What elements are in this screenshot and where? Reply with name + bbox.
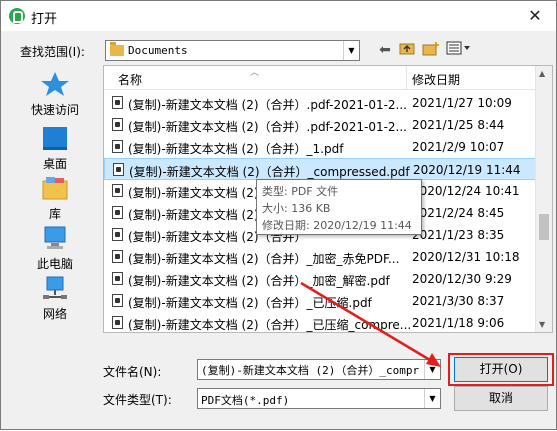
file-tooltip: 类型: PDF 文件 大小: 136 KB 修改日期: 2020/12/19 1… [256, 179, 422, 235]
place-label: 此电脑 [36, 257, 73, 271]
column-header-name[interactable]: 名称 [118, 71, 142, 88]
table-row[interactable]: (复制)-新建文本文档 (2)（合并）_加密_赤免PDF... 2020/12/3… [104, 246, 536, 268]
filetype-select[interactable]: PDF文档(*.pdf) ▼ [197, 388, 441, 409]
open-button-highlight [448, 353, 554, 386]
vertical-scrollbar[interactable]: ▲ ▼ [535, 66, 552, 332]
scroll-up-icon[interactable]: ▲ [539, 69, 545, 78]
file-date: 2021/2/9 10:07 [412, 140, 505, 154]
place-this-pc[interactable]: 此电脑 [18, 223, 92, 273]
table-row[interactable]: (复制)-新建文本文档 (2)（合并）_1.pdf 2021/2/9 10:07 [104, 136, 536, 158]
file-date: 2021/1/18 9:06 [412, 316, 505, 330]
cancel-button[interactable]: 取消 [454, 386, 548, 411]
scroll-thumb[interactable] [539, 214, 549, 240]
sort-caret-icon: ︿ [250, 68, 260, 78]
computer-icon [44, 226, 66, 249]
pdf-file-icon [112, 96, 123, 109]
pdf-file-icon [112, 206, 123, 219]
file-date: 2020/12/19 11:44 [413, 163, 521, 177]
table-row[interactable]: (复制)-新建文本文档 (2)（合并）_加密_解密.pdf 2020/12/30 … [104, 268, 536, 290]
chevron-down-icon[interactable]: ▼ [343, 41, 359, 60]
lookin-label: 查找范围(I): [20, 45, 85, 59]
table-row[interactable]: (复制)-新建文本文档 (2)（合并）.pdf-2021-01-2... 2021… [104, 92, 536, 114]
file-name: (复制)-新建文本文档 (2)（合并）_1.pdf [128, 142, 344, 156]
filetype-label: 文件类型(T): [103, 393, 172, 407]
tooltip-modified: 修改日期: 2020/12/19 11:44 [262, 219, 412, 232]
file-date: 2021/1/25 8:44 [412, 118, 505, 132]
table-row[interactable]: (复制)-新建文本文档 (2)（合并）_compressed.pdf 2020/1… [104, 158, 536, 180]
place-desktop[interactable]: 桌面 [18, 123, 92, 173]
pdf-file-icon [112, 184, 123, 197]
filename-label: 文件名(N): [103, 365, 162, 379]
title-bar: 打开 ✕ [1, 1, 556, 31]
file-name: (复制)-新建文本文档 (2)（合并）.pdf-2021-01-2... [128, 98, 408, 112]
column-separator[interactable] [406, 66, 407, 90]
pdf-file-icon [113, 163, 124, 176]
place-quick-access[interactable]: 快速访问 [18, 69, 92, 119]
chevron-down-icon[interactable]: ▼ [424, 389, 440, 408]
chevron-down-icon[interactable]: ▼ [424, 360, 440, 379]
file-date: 2021/3/30 8:37 [412, 294, 505, 308]
places-bar: 快速访问 桌面 库 此电脑 网络 [18, 65, 92, 325]
back-arrow-icon[interactable]: ⬅ [376, 41, 394, 59]
table-row[interactable]: (复制)-新建文本文档 (2)（合并）_已压缩_compre... 2021/1/… [104, 312, 536, 332]
new-folder-icon[interactable] [421, 41, 441, 59]
filename-value: (复制)-新建文本文档 (2)（合并）_compr [201, 364, 420, 377]
file-date: 2020/12/24 10:41 [412, 184, 520, 198]
scroll-down-icon[interactable]: ▼ [539, 320, 545, 329]
filetype-value: PDF文档(*.pdf) [201, 394, 290, 407]
file-name: (复制)-新建文本文档 (2)（合并）_已压缩.pdf [128, 296, 372, 310]
desktop-icon [43, 127, 67, 150]
table-row[interactable]: (复制)-新建文本文档 (2)（合并）.pdf-2021-01-2... 2021… [104, 114, 536, 136]
pdf-file-icon [112, 272, 123, 285]
star-icon [41, 72, 69, 96]
file-name: (复制)-新建文本文档 (2)（合并）.pdf-2021-01-2... [128, 120, 408, 134]
pdf-file-icon [112, 140, 123, 153]
lookin-select[interactable]: Documents ▼ [105, 40, 360, 61]
window-title: 打开 [31, 12, 58, 27]
file-date: 2020/12/30 9:29 [412, 272, 512, 286]
file-date: 2020/12/31 10:18 [412, 250, 520, 264]
app-icon [9, 8, 25, 24]
network-icon [43, 276, 67, 299]
pdf-file-icon [112, 316, 123, 329]
pdf-file-icon [112, 294, 123, 307]
file-name: (复制)-新建文本文档 (2)（合并）_compressed.pdf [129, 165, 410, 179]
file-name: (复制)-新建文本文档 (2)（合并）_加密_赤免PDF... [128, 252, 400, 266]
pdf-file-icon [112, 228, 123, 241]
filename-input[interactable]: (复制)-新建文本文档 (2)（合并）_compr ▼ [197, 359, 441, 380]
place-label: 网络 [42, 307, 67, 321]
view-menu-icon[interactable] [445, 41, 473, 59]
place-label: 库 [48, 207, 61, 221]
open-file-dialog: 打开 ✕ 查找范围(I): Documents ▼ ⬅ 快速访问 桌面 库 此电… [0, 0, 557, 430]
folder-icon [110, 42, 124, 56]
place-label: 快速访问 [30, 103, 79, 117]
tooltip-size: 大小: 136 KB [262, 202, 331, 215]
file-date: 2021/1/23 8:35 [412, 228, 505, 242]
lookin-value: Documents [128, 44, 188, 57]
tooltip-type: 类型: PDF 文件 [262, 185, 339, 198]
place-label: 桌面 [42, 157, 67, 171]
table-row[interactable]: (复制)-新建文本文档 (2)（合并）_已压缩.pdf 2021/3/30 8:3… [104, 290, 536, 312]
pdf-file-icon [112, 250, 123, 263]
list-header: ︿ 名称 修改日期 [104, 66, 536, 90]
place-library[interactable]: 库 [18, 173, 92, 223]
pdf-file-icon [112, 118, 123, 131]
file-name: (复制)-新建文本文档 (2)（合并）_加密_解密.pdf [128, 274, 390, 288]
close-button[interactable]: ✕ [520, 5, 550, 27]
place-network[interactable]: 网络 [18, 273, 92, 323]
library-icon [42, 177, 68, 200]
file-name: (复制)-新建文本文档 (2)（合并）_已压缩_compre... [128, 318, 412, 332]
file-date: 2021/1/27 10:09 [412, 96, 512, 110]
column-header-date[interactable]: 修改日期 [412, 71, 460, 88]
up-folder-icon[interactable] [398, 41, 416, 59]
file-date: 2021/2/24 8:45 [412, 206, 505, 220]
